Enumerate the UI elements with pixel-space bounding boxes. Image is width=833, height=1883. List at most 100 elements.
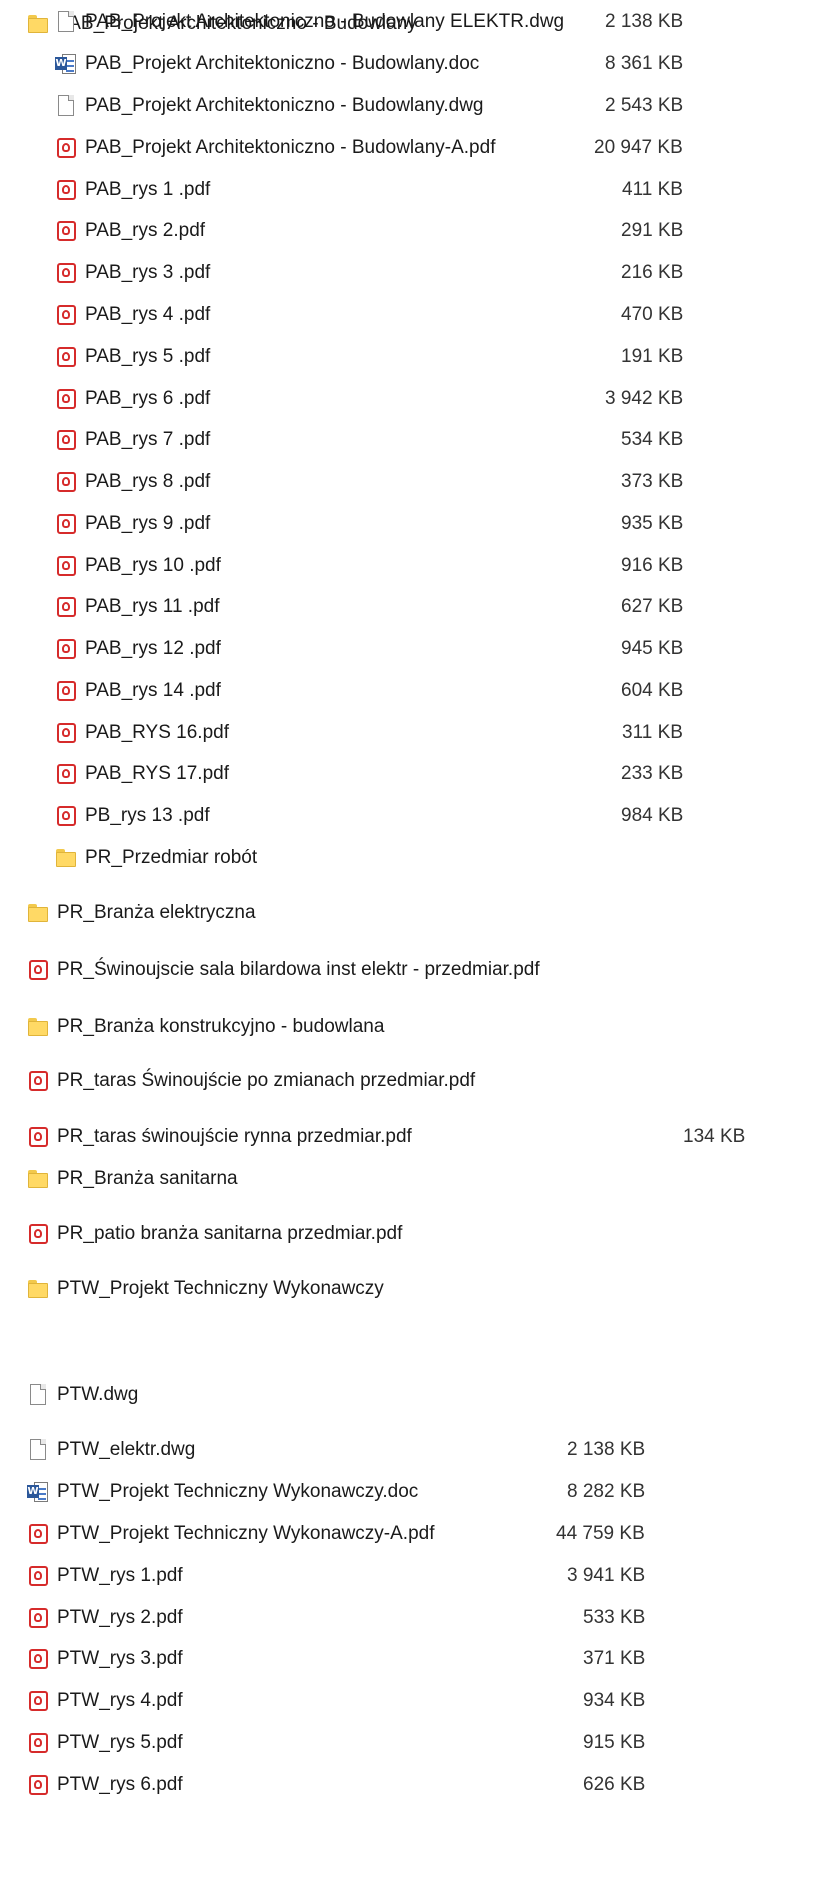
file-size: 2 138 KB [567, 1439, 646, 1460]
file-size: 2 543 KB [605, 95, 684, 116]
file-size: 8 282 KB [567, 1481, 646, 1502]
word-doc-icon [55, 52, 77, 76]
file-row[interactable]: PAB_Projekt Architektoniczno - Budowlany… [55, 48, 683, 80]
folder-name: PR_Branża konstrukcyjno - budowlana [57, 1016, 385, 1037]
file-row[interactable]: PAB_Projekt Architektoniczno - Budowlany… [55, 90, 683, 122]
pdf-icon [55, 512, 77, 536]
file-name: PTW_rys 3.pdf [57, 1648, 183, 1669]
file-size: 311 KB [622, 722, 683, 743]
file-row[interactable]: PAB_rys 5 .pdf 191 KB [55, 341, 683, 373]
file-name: PB_rys 13 .pdf [85, 805, 210, 826]
pdf-icon [55, 762, 77, 786]
file-name: PAB_rys 3 .pdf [85, 262, 211, 283]
file-size: 3 942 KB [605, 388, 684, 409]
file-size: 291 KB [621, 220, 684, 241]
file-row[interactable]: PAB_rys 8 .pdf 373 KB [55, 466, 683, 498]
file-row[interactable]: PAB_rys 12 .pdf 945 KB [55, 633, 683, 665]
file-row[interactable]: PR_Świnoujscie sala bilardowa inst elekt… [27, 954, 540, 986]
file-row[interactable]: PAB_rys 7 .pdf 534 KB [55, 424, 683, 456]
file-row[interactable]: PAB_rys 10 .pdf 916 KB [55, 550, 683, 582]
pdf-icon [55, 387, 77, 411]
file-row[interactable]: PR_patio branża sanitarna przedmiar.pdf [27, 1218, 402, 1250]
file-row[interactable]: PTW_rys 6.pdf 626 KB [27, 1769, 645, 1801]
file-row[interactable]: PAB_Projekt Architektoniczno - Budowlany… [55, 132, 683, 164]
file-row[interactable]: PAB_rys 2.pdf 291 KB [55, 215, 683, 247]
pdf-icon [55, 595, 77, 619]
file-row[interactable]: PTW_elektr.dwg 2 138 KB [27, 1434, 645, 1466]
file-size: 533 KB [583, 1607, 646, 1628]
pdf-icon [27, 1222, 49, 1246]
file-name: PAB_rys 7 .pdf [85, 429, 211, 450]
file-row[interactable]: PTW_rys 2.pdf 533 KB [27, 1602, 645, 1634]
file-size: 8 361 KB [605, 53, 684, 74]
file-name: PAB_rys 9 .pdf [85, 513, 211, 534]
file-name: PAB_rys 2.pdf [85, 220, 206, 241]
file-size: 371 KB [583, 1648, 646, 1669]
pdf-icon [55, 721, 77, 745]
pdf-icon [55, 219, 77, 243]
file-row[interactable]: PR_taras Świnoujście po zmianach przedmi… [27, 1065, 475, 1097]
file-row[interactable]: PTW_Projekt Techniczny Wykonawczy-A.pdf 4… [27, 1518, 645, 1550]
file-row[interactable]: PTW_rys 4.pdf 934 KB [27, 1685, 645, 1717]
file-name: PAB_rys 6 .pdf [85, 388, 211, 409]
file-row[interactable]: PAB_rys 6 .pdf 3 942 KB [55, 383, 683, 415]
file-row[interactable]: PAB_RYS 17.pdf 233 KB [55, 758, 683, 790]
folder-row[interactable]: PR_Branża elektryczna [27, 897, 256, 929]
pdf-icon [55, 178, 77, 202]
file-row[interactable]: PAB_rys 4 .pdf 470 KB [55, 299, 683, 331]
file-row[interactable]: PAB_rys 11 .pdf 627 KB [55, 591, 683, 623]
pdf-icon [55, 303, 77, 327]
folder-row[interactable]: PTW_Projekt Techniczny Wykonawczy [27, 1273, 384, 1305]
file-row[interactable]: PTW_rys 5.pdf 915 KB [27, 1727, 645, 1759]
file-icon [55, 10, 77, 34]
file-size: 984 KB [621, 805, 684, 826]
file-name: PAB_rys 10 .pdf [85, 555, 221, 576]
file-row[interactable]: PB_rys 13 .pdf 984 KB [55, 800, 683, 832]
file-size: 20 947 KB [594, 137, 683, 158]
file-name: PAB_rys 11 .pdf [85, 596, 220, 617]
folder-row[interactable]: PR_Branża konstrukcyjno - budowlana [27, 1011, 384, 1043]
file-name: PR_taras Świnoujście po zmianach przedmi… [57, 1070, 476, 1091]
folder-icon [27, 901, 49, 925]
pdf-icon [55, 345, 77, 369]
pdf-icon [27, 958, 49, 982]
folder-row[interactable]: PR_Przedmiar robót [55, 842, 257, 874]
file-name: PTW_rys 5.pdf [57, 1732, 183, 1753]
file-name: PAB_rys 12 .pdf [85, 638, 221, 659]
file-name: PAB_rys 5 .pdf [85, 346, 211, 367]
file-name: PAB_Projekt Architektoniczno - Budowlany… [85, 53, 480, 74]
file-name: PAB_RYS 16.pdf [85, 722, 230, 743]
file-row[interactable]: PTW_rys 3.pdf 371 KB [27, 1643, 645, 1675]
file-name: PTW_rys 4.pdf [57, 1690, 183, 1711]
file-row[interactable]: PAB_rys 1 .pdf 411 KB [55, 174, 683, 206]
file-row[interactable]: PR_taras świnoujście rynna przedmiar.pdf… [27, 1121, 745, 1153]
file-icon [27, 1438, 49, 1462]
folder-row[interactable]: PR_Branża sanitarna [27, 1163, 238, 1195]
file-row[interactable]: PAB_RYS 16.pdf 311 KB [55, 717, 683, 749]
pdf-icon [27, 1069, 49, 1093]
file-row[interactable]: PTW_rys 1.pdf 3 941 KB [27, 1560, 645, 1592]
file-size: 233 KB [621, 763, 684, 784]
file-row[interactable]: PAB_Projekt Architektoniczno - Budowlany… [55, 6, 683, 38]
pdf-icon [55, 136, 77, 160]
file-row[interactable]: PAB_rys 9 .pdf 935 KB [55, 508, 683, 540]
file-name: PTW_rys 6.pdf [57, 1774, 183, 1795]
file-size: 916 KB [621, 555, 684, 576]
folder-name: PTW_Projekt Techniczny Wykonawczy [57, 1278, 384, 1299]
file-row[interactable]: PTW_Projekt Techniczny Wykonawczy.doc 8 2… [27, 1476, 645, 1508]
pdf-icon [55, 261, 77, 285]
file-row[interactable]: PTW.dwg [27, 1379, 138, 1411]
file-name: PAB_Projekt Architektoniczno - Budowlany… [85, 11, 565, 32]
file-size: 470 KB [621, 304, 684, 325]
file-row[interactable]: PAB_rys 14 .pdf 604 KB [55, 675, 683, 707]
pdf-icon [27, 1689, 49, 1713]
file-row[interactable]: PAB_rys 3 .pdf 216 KB [55, 257, 683, 289]
pdf-icon [55, 804, 77, 828]
file-size: 191 KB [621, 346, 684, 367]
file-size: 915 KB [583, 1732, 646, 1753]
file-size: 534 KB [621, 429, 684, 450]
file-size: 626 KB [583, 1774, 646, 1795]
file-size: 373 KB [621, 471, 684, 492]
folder-icon [55, 846, 77, 870]
file-size: 934 KB [583, 1690, 646, 1711]
